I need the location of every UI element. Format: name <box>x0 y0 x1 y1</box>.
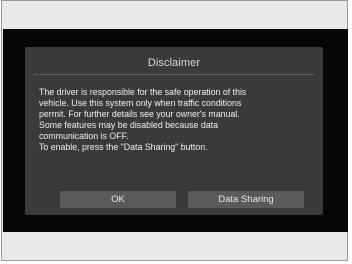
disclaimer-dialog: Disclaimer The driver is responsible for… <box>25 47 323 215</box>
message-line: communication is OFF. <box>39 131 129 141</box>
message-line: Some features may be disabled because da… <box>39 120 218 130</box>
display-bezel: Disclaimer The driver is responsible for… <box>1 0 348 261</box>
disclaimer-message: The driver is responsible for the safe o… <box>39 87 319 153</box>
message-line: permit. For further details see your own… <box>39 109 240 119</box>
dialog-title: Disclaimer <box>147 57 201 69</box>
infotainment-screen: Disclaimer The driver is responsible for… <box>3 29 348 232</box>
message-line: vehicle. Use this system only when traff… <box>39 98 242 108</box>
message-line: To enable, press the "Data Sharing" butt… <box>39 142 208 152</box>
title-divider <box>33 74 315 75</box>
data-sharing-button[interactable]: Data Sharing <box>188 191 304 208</box>
ok-button[interactable]: OK <box>60 191 176 208</box>
message-line: The driver is responsible for the safe o… <box>39 87 247 97</box>
